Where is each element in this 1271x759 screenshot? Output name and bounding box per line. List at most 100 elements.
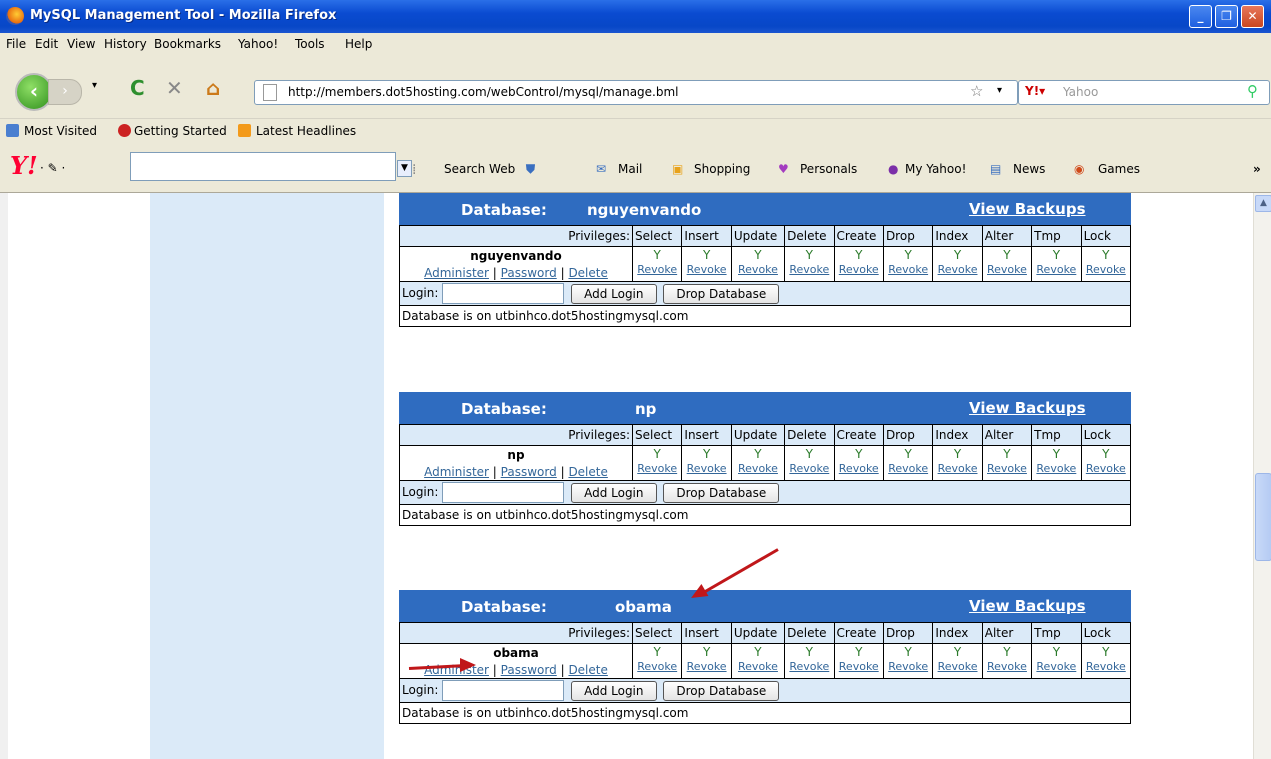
search-input[interactable]: Yahoo [1063, 85, 1098, 99]
reload-icon[interactable]: C [130, 76, 145, 100]
shield-icon[interactable]: ⛊ [526, 162, 535, 177]
menu-tools[interactable]: Tools [295, 37, 325, 51]
close-button[interactable]: ✕ [1241, 5, 1264, 28]
revoke-link[interactable]: Revoke [1086, 263, 1126, 276]
vertical-scrollbar[interactable]: ▲ [1253, 193, 1271, 759]
login-input[interactable] [442, 482, 565, 503]
yahoo-search-dropdown-icon[interactable]: ▼ [397, 160, 412, 177]
drop-database-button[interactable]: Drop Database [663, 283, 780, 304]
menu-yahoo[interactable]: Yahoo! [238, 37, 278, 51]
database-name: nguyenvando [587, 201, 702, 219]
home-icon[interactable]: ⌂ [206, 76, 220, 100]
revoke-link[interactable]: Revoke [1036, 462, 1076, 475]
password-link[interactable]: Password [501, 465, 557, 479]
revoke-link[interactable]: Revoke [987, 263, 1027, 276]
history-dropdown-icon[interactable]: ▾ [92, 80, 97, 91]
revoke-link[interactable]: Revoke [888, 263, 928, 276]
url-dropdown-icon[interactable]: ▾ [997, 85, 1002, 96]
add-login-button[interactable]: Add Login [571, 680, 657, 701]
add-login-button[interactable]: Add Login [571, 283, 657, 304]
revoke-link[interactable]: Revoke [687, 660, 727, 673]
view-backups-link[interactable]: View Backups [969, 200, 1086, 218]
revoke-link[interactable]: Revoke [839, 660, 879, 673]
revoke-link[interactable]: Revoke [839, 462, 879, 475]
login-input[interactable] [442, 283, 565, 304]
bookmark-star-icon[interactable]: ☆ [970, 82, 983, 100]
drop-database-button[interactable]: Drop Database [663, 680, 780, 701]
add-login-button[interactable]: Add Login [571, 482, 657, 503]
database-host-info: Database is on utbinhco.dot5hostingmysql… [399, 504, 1131, 526]
privilege-granted: Y [754, 248, 762, 262]
yahoo-shopping[interactable]: Shopping [694, 162, 750, 176]
revoke-link[interactable]: Revoke [687, 462, 727, 475]
administer-link[interactable]: Administer [424, 465, 489, 479]
password-link[interactable]: Password [501, 266, 557, 280]
minimize-button[interactable]: _ [1189, 5, 1212, 28]
menu-view[interactable]: View [67, 37, 95, 51]
revoke-link[interactable]: Revoke [938, 263, 978, 276]
revoke-link[interactable]: Revoke [888, 660, 928, 673]
revoke-link[interactable]: Revoke [738, 660, 778, 673]
revoke-link[interactable]: Revoke [839, 263, 879, 276]
password-link[interactable]: Password [501, 663, 557, 677]
bookmark-latest-headlines[interactable]: Latest Headlines [256, 124, 356, 138]
menu-edit[interactable]: Edit [35, 37, 58, 51]
yahoo-my-yahoo[interactable]: My Yahoo! [905, 162, 966, 176]
yahoo-news[interactable]: News [1013, 162, 1045, 176]
yahoo-games[interactable]: Games [1098, 162, 1140, 176]
revoke-link[interactable]: Revoke [888, 462, 928, 475]
yahoo-personals[interactable]: Personals [800, 162, 857, 176]
revoke-link[interactable]: Revoke [789, 263, 829, 276]
revoke-link[interactable]: Revoke [938, 462, 978, 475]
yahoo-search-web[interactable]: Search Web [444, 162, 515, 176]
revoke-link[interactable]: Revoke [687, 263, 727, 276]
revoke-link[interactable]: Revoke [1036, 263, 1076, 276]
view-backups-link[interactable]: View Backups [969, 399, 1086, 417]
revoke-link[interactable]: Revoke [938, 660, 978, 673]
scrollbar-thumb[interactable] [1255, 473, 1271, 561]
revoke-link[interactable]: Revoke [637, 263, 677, 276]
revoke-link[interactable]: Revoke [1086, 660, 1126, 673]
maximize-button[interactable]: ❐ [1215, 5, 1238, 28]
revoke-link[interactable]: Revoke [738, 462, 778, 475]
delete-user-link[interactable]: Delete [568, 465, 607, 479]
pencil-icon[interactable]: · ✎ · [40, 161, 65, 175]
yahoo-search-input[interactable] [130, 152, 396, 181]
revoke-link[interactable]: Revoke [637, 462, 677, 475]
database-block: Database: nguyenvando View Backups Privileg… [399, 193, 1132, 327]
revoke-link[interactable]: Revoke [789, 660, 829, 673]
toolbar-overflow-button[interactable]: » [1253, 162, 1261, 176]
administer-link[interactable]: Administer [424, 266, 489, 280]
delete-user-link[interactable]: Delete [568, 663, 607, 677]
revoke-link[interactable]: Revoke [738, 263, 778, 276]
bookmark-getting-started[interactable]: Getting Started [134, 124, 227, 138]
forward-button[interactable]: › [48, 79, 82, 105]
yahoo-search-engine-icon[interactable]: Y!▾ [1025, 84, 1045, 98]
revoke-link[interactable]: Revoke [1086, 462, 1126, 475]
revoke-link[interactable]: Revoke [987, 660, 1027, 673]
database-user: obama [493, 646, 539, 660]
user-cell: np Administer | Password | Delete [399, 445, 633, 481]
menu-file[interactable]: File [6, 37, 26, 51]
database-header: Database: obama View Backups [399, 590, 1131, 622]
menu-history[interactable]: History [104, 37, 147, 51]
revoke-link[interactable]: Revoke [637, 660, 677, 673]
revoke-link[interactable]: Revoke [1036, 660, 1076, 673]
bookmark-most-visited[interactable]: Most Visited [24, 124, 97, 138]
revoke-link[interactable]: Revoke [987, 462, 1027, 475]
scroll-up-icon[interactable]: ▲ [1255, 195, 1271, 212]
drop-database-button[interactable]: Drop Database [663, 482, 780, 503]
yahoo-mail[interactable]: Mail [618, 162, 642, 176]
yahoo-logo[interactable]: Y! [10, 151, 38, 180]
login-row: Login: Add Login Drop Database [399, 281, 1131, 306]
revoke-link[interactable]: Revoke [789, 462, 829, 475]
menu-bookmarks[interactable]: Bookmarks [154, 37, 221, 51]
delete-user-link[interactable]: Delete [568, 266, 607, 280]
search-bar[interactable]: Y!▾ Yahoo ⚲ [1018, 80, 1270, 105]
search-magnifier-icon[interactable]: ⚲ [1247, 82, 1258, 100]
url-bar[interactable]: http://members.dot5hosting.com/webContro… [254, 80, 1018, 105]
login-input[interactable] [442, 680, 565, 701]
view-backups-link[interactable]: View Backups [969, 597, 1086, 615]
menu-help[interactable]: Help [345, 37, 372, 51]
stop-icon[interactable]: ✕ [166, 76, 183, 100]
